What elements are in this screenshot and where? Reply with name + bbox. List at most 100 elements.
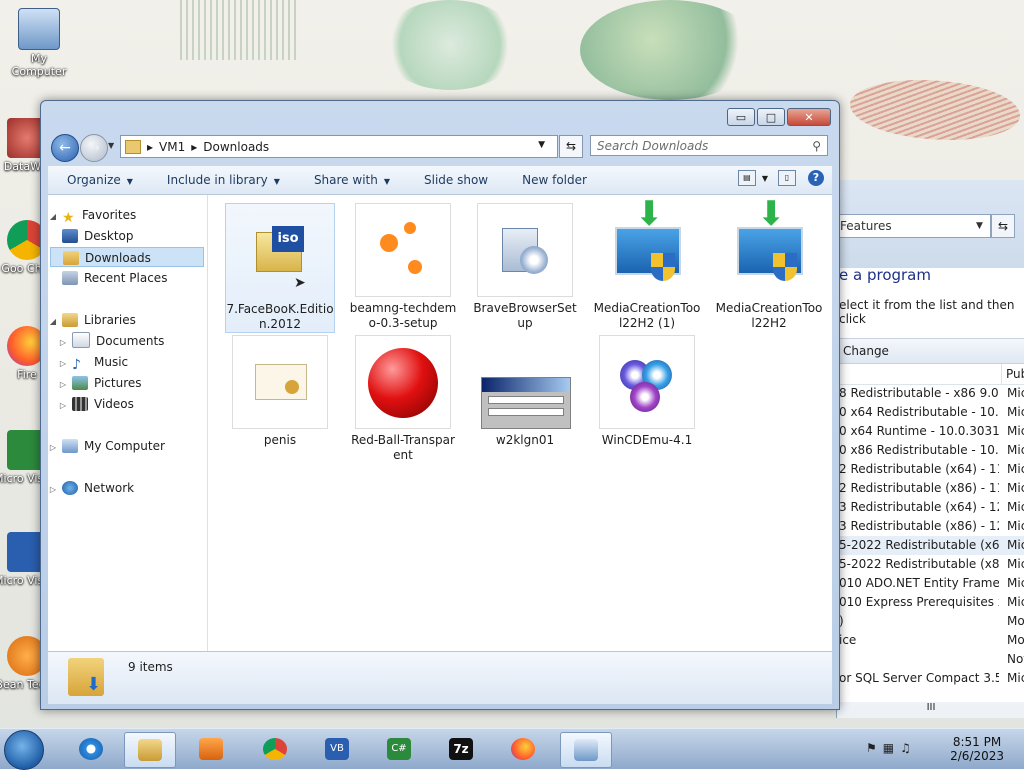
taskbar-control-panel[interactable] <box>560 732 612 768</box>
refresh-icon[interactable]: ⇆ <box>991 214 1015 238</box>
program-row[interactable]: 8 Redistributable - x86 9.0.3... Mic <box>837 384 1024 403</box>
nav-network[interactable]: ▷ Network <box>48 478 134 498</box>
media-creation-icon: ⬇ <box>721 197 817 297</box>
chevron-down-icon[interactable]: ▼ <box>976 215 983 237</box>
refresh-button[interactable]: ⇆ <box>559 135 583 158</box>
nav-music[interactable]: ▷ ♪ Music <box>58 352 128 374</box>
taskbar-visual-csharp[interactable]: C# <box>374 732 424 766</box>
chevron-down-icon[interactable]: ▼ <box>762 174 768 183</box>
nav-label: Downloads <box>85 251 151 265</box>
maximize-button[interactable]: □ <box>757 108 785 126</box>
file-item[interactable]: beamng-techdemo-0.3-setup <box>348 203 458 331</box>
expand-arrow-icon[interactable]: ▷ <box>48 438 58 458</box>
nav-recent-places[interactable]: Recent Places <box>58 268 167 288</box>
taskbar-7zip[interactable]: 7z <box>436 732 486 766</box>
nav-downloads[interactable]: Downloads <box>50 247 204 267</box>
program-row[interactable]: 0 x64 Redistributable - 10.0.... Mic <box>837 403 1024 422</box>
horizontal-scrollbar[interactable]: III <box>837 702 1024 718</box>
taskbar-explorer[interactable] <box>124 732 176 768</box>
new-folder-button[interactable]: New folder <box>503 173 602 187</box>
nav-libraries[interactable]: ◢ Libraries <box>48 310 136 330</box>
breadcrumb-vm1[interactable]: VM1 <box>159 140 185 154</box>
search-icon[interactable]: ⚲ <box>812 136 821 157</box>
program-row[interactable]: 5-2022 Redistributable (x86) ... Mic <box>837 555 1024 574</box>
publisher-column-header[interactable]: Pub <box>1001 364 1024 384</box>
taskbar-firefox[interactable] <box>498 732 548 766</box>
program-row[interactable]: 2 Redistributable (x64) - 11.0... Mic <box>837 460 1024 479</box>
clock[interactable]: 8:51 PM 2/6/2023 <box>950 735 1004 763</box>
search-input[interactable]: Search Downloads ⚲ <box>590 135 828 156</box>
nav-videos[interactable]: ▷ Videos <box>58 394 134 414</box>
start-button[interactable] <box>4 730 44 770</box>
file-item[interactable]: Red-Ball-Transparent <box>348 335 458 463</box>
breadcrumb-separator[interactable]: ▸ <box>191 140 197 154</box>
program-row[interactable]: 010 ADO.NET Entity Framew... Mic <box>837 574 1024 593</box>
file-item[interactable]: ⬇ MediaCreationTool22H2 <box>714 197 824 331</box>
help-icon[interactable]: ? <box>808 170 824 186</box>
program-row[interactable]: 010 Express Prerequisites x64... Mic <box>837 593 1024 612</box>
expand-arrow-icon[interactable]: ▷ <box>48 480 58 500</box>
program-publisher: Mic <box>1007 443 1024 457</box>
forward-button[interactable]: → <box>80 134 108 162</box>
nav-favorites[interactable]: ◢ ★ Favorites <box>48 205 136 227</box>
taskbar-chrome[interactable] <box>250 732 300 766</box>
file-item[interactable]: iso 7.FaceBooK.Edition.2012 ➤ <box>225 203 335 333</box>
file-item[interactable]: ⬇ MediaCreationTool22H2 (1) <box>592 197 702 331</box>
network-icon[interactable]: ▦ <box>883 741 900 755</box>
program-row[interactable]: 0 x86 Redistributable - 10.0.... Mic <box>837 441 1024 460</box>
desktop-icon-my-computer[interactable]: My Computer <box>4 8 74 78</box>
flag-icon[interactable]: ⚑ <box>866 741 883 755</box>
expand-arrow-icon[interactable]: ▷ <box>58 375 68 395</box>
file-name: w2klgn01 <box>495 433 555 447</box>
file-item[interactable]: w2klgn01 <box>470 335 580 448</box>
scrollbar-grip[interactable]: III <box>927 702 936 713</box>
slide-show-button[interactable]: Slide show <box>405 173 503 187</box>
nav-pictures[interactable]: ▷ Pictures <box>58 373 142 393</box>
program-row[interactable]: ice Mo <box>837 631 1024 650</box>
back-button[interactable]: ← <box>51 134 79 162</box>
nav-desktop[interactable]: Desktop <box>58 226 134 246</box>
command-bar: Organize ▼ Include in library ▼ Share with… <box>48 166 832 195</box>
change-view-icon[interactable]: ▤ <box>737 170 756 186</box>
expand-arrow-icon[interactable]: ▷ <box>58 333 68 353</box>
program-row[interactable]: Not <box>837 650 1024 669</box>
programs-subtext: elect it from the list and then click <box>839 298 1015 326</box>
wallpaper-shape <box>180 0 300 60</box>
expand-arrow-icon[interactable]: ◢ <box>48 312 58 332</box>
volume-icon[interactable]: ♫ <box>900 741 917 755</box>
program-row[interactable]: or SQL Server Compact 3.5 ... Mic <box>837 669 1024 688</box>
program-row[interactable]: 5-2022 Redistributable (x64) ... Mic <box>837 536 1024 555</box>
red-ball-icon <box>355 335 451 429</box>
programs-address-bar[interactable]: Features ▼ <box>837 214 991 238</box>
programs-list: 8 Redistributable - x86 9.0.3...Mic0 x64… <box>837 384 1024 688</box>
file-item[interactable]: BraveBrowserSetup <box>470 203 580 331</box>
caption-buttons: ▭ □ ✕ <box>725 108 831 126</box>
recent-pages-dropdown[interactable]: ▼ <box>108 141 114 150</box>
close-button[interactable]: ✕ <box>787 108 831 126</box>
program-row[interactable]: 0 x64 Runtime - 10.0.30319 Mic <box>837 422 1024 441</box>
taskbar-visual-basic[interactable]: VB <box>312 732 362 766</box>
include-in-library-button[interactable]: Include in library ▼ <box>148 173 295 187</box>
expand-arrow-icon[interactable]: ▷ <box>58 354 68 374</box>
taskbar-ie[interactable] <box>66 732 116 766</box>
expand-arrow-icon[interactable]: ◢ <box>48 207 58 227</box>
taskbar-media-player[interactable] <box>186 732 236 766</box>
program-row[interactable]: 3 Redistributable (x86) - 12.0... Mic <box>837 517 1024 536</box>
program-row[interactable]: 3 Redistributable (x64) - 12.0... Mic <box>837 498 1024 517</box>
address-bar[interactable]: ▸ VM1 ▸ Downloads ▼ <box>120 135 558 158</box>
file-item[interactable]: WinCDEmu-4.1 <box>592 335 702 448</box>
chevron-down-icon[interactable]: ▼ <box>538 140 545 150</box>
expand-arrow-icon[interactable]: ▷ <box>58 396 68 416</box>
breadcrumb-separator[interactable]: ▸ <box>147 140 153 154</box>
program-row[interactable]: ) Mo <box>837 612 1024 631</box>
nav-documents[interactable]: ▷ Documents <box>58 331 164 351</box>
change-button[interactable]: Change <box>843 344 889 358</box>
share-with-button[interactable]: Share with ▼ <box>295 173 405 187</box>
preview-pane-icon[interactable]: ▯ <box>778 170 796 186</box>
organize-button[interactable]: Organize ▼ <box>48 173 148 187</box>
minimize-button[interactable]: ▭ <box>727 108 755 126</box>
file-item[interactable]: penis <box>225 335 335 448</box>
program-row[interactable]: 2 Redistributable (x86) - 11.0... Mic <box>837 479 1024 498</box>
nav-my-computer[interactable]: ▷ My Computer <box>48 436 165 456</box>
breadcrumb-downloads[interactable]: Downloads <box>203 140 269 154</box>
